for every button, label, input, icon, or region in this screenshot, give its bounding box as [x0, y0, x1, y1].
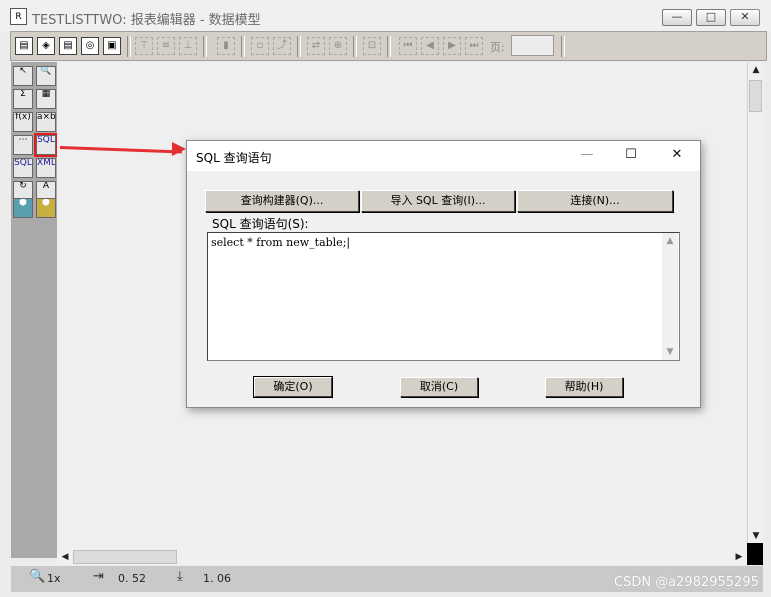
import-sql-button[interactable]: 导入 SQL 查询(I)... — [361, 190, 515, 212]
connect-button[interactable]: 连接(N)... — [517, 190, 673, 212]
window-title: TESTLISTTWO: 报表编辑器 - 数据模型 — [32, 13, 261, 28]
query-builder-button[interactable]: 查询构建器(Q)... — [205, 190, 359, 212]
link-tool-icon[interactable]: ⬢ — [13, 198, 33, 218]
ok-button[interactable]: 确定(O) — [253, 376, 333, 398]
sql-statement-textarea[interactable]: select * from new_table;| ▲ ▼ — [207, 232, 680, 361]
tool-palette: ↖ 🔍 Σ ▦ f(x) a×b ⋯ SQL SQL XML ↻ A ⬢ ⬢ — [11, 62, 58, 558]
textarea-scroll-up-icon[interactable]: ▲ — [662, 233, 678, 249]
minimize-button[interactable]: — — [662, 9, 692, 26]
maximize-button[interactable]: □ — [696, 9, 726, 26]
collapse-icon[interactable]: ⊕ — [329, 37, 347, 55]
dialog-title: SQL 查询语句 — [196, 151, 272, 165]
data-model-icon[interactable]: ▤ — [15, 37, 33, 55]
vertical-position-icon: ⤓ — [177, 569, 183, 584]
vertical-scroll-thumb[interactable] — [749, 80, 762, 112]
expand-icon[interactable]: ⇄ — [307, 37, 325, 55]
formula-tool-icon[interactable]: f(x) — [13, 112, 33, 132]
horizontal-scroll-thumb[interactable] — [73, 550, 177, 564]
group-tool-icon[interactable]: ⬢ — [36, 198, 56, 218]
scroll-up-icon[interactable]: ▲ — [748, 62, 764, 78]
scroll-right-icon[interactable]: ▶ — [731, 549, 747, 565]
last-page-icon[interactable]: ⏭ — [465, 37, 483, 55]
paper-layout-icon[interactable]: ▤ — [59, 37, 77, 55]
web-source-icon[interactable]: ◈ — [37, 37, 55, 55]
page-label: 页: — [490, 41, 505, 54]
dialog-minimize-icon[interactable]: — — [577, 147, 597, 162]
annotation-arrow-head — [172, 142, 186, 156]
paper-parameter-form-icon[interactable]: ▣ — [103, 37, 121, 55]
xml-query-tool-icon[interactable]: XML — [36, 158, 56, 178]
align-top-icon[interactable]: ⊤ — [135, 37, 153, 55]
select-parent-icon[interactable]: ▫ — [251, 37, 269, 55]
page-number-input[interactable] — [511, 35, 554, 56]
previous-page-icon[interactable]: ◀ — [421, 37, 439, 55]
sql-query-tool-icon[interactable]: SQL — [34, 133, 58, 157]
horizontal-position-icon: ⇥ — [93, 569, 104, 584]
sql-text: select * from new_table;| — [211, 236, 351, 249]
help-button[interactable]: 帮助(H) — [545, 377, 623, 397]
y-position: 1. 06 — [203, 572, 231, 585]
vertical-scrollbar[interactable]: ▲ ▼ — [747, 62, 764, 549]
zoom-tool-icon[interactable]: 🔍 — [36, 66, 56, 86]
pointer-tool-icon[interactable]: ↖ — [13, 66, 33, 86]
dialog-titlebar: SQL 查询语句 — ☐ ✕ — [187, 141, 700, 171]
paper-design-icon[interactable]: ◎ — [81, 37, 99, 55]
cancel-button[interactable]: 取消(C) — [400, 377, 478, 397]
next-page-icon[interactable]: ▶ — [443, 37, 461, 55]
report-editor-icon: R — [10, 8, 27, 25]
textarea-scrollbar[interactable]: ▲ ▼ — [662, 233, 678, 360]
zoom-level: 1x — [47, 572, 61, 585]
crosstab-tool-icon[interactable]: a×b — [36, 112, 56, 132]
database-tool-icon[interactable]: ▦ — [36, 89, 56, 109]
resize-corner — [747, 543, 763, 565]
horizontal-scrollbar[interactable]: ◀ ▶ — [57, 549, 747, 565]
group-icon[interactable]: ▮ — [217, 37, 235, 55]
dialog-maximize-icon[interactable]: ☐ — [621, 147, 641, 162]
main-toolbar: ▤ ◈ ▤ ◎ ▣ ⊤ ≡ ⊥ ▮ ▫ ⤴ ⇄ ⊕ ⊡ ⏮ ◀ ▶ ⏭ 页: — [10, 31, 767, 61]
ref-sql-tool-icon[interactable]: SQL — [13, 158, 33, 178]
watermark: CSDN @a2982955295 — [614, 575, 759, 590]
select-children-icon[interactable]: ⤴ — [273, 37, 291, 55]
close-button[interactable]: ✕ — [730, 9, 760, 26]
zoom-icon: 🔍 — [29, 569, 46, 584]
align-bottom-icon[interactable]: ⊥ — [179, 37, 197, 55]
summary-tool-icon[interactable]: Σ — [13, 89, 33, 109]
scroll-left-icon[interactable]: ◀ — [57, 549, 73, 565]
sql-query-dialog: SQL 查询语句 — ☐ ✕ 查询构建器(Q)... 导入 SQL 查询(I).… — [186, 140, 701, 408]
placeholder-tool-icon[interactable]: ⋯ — [13, 135, 33, 155]
textarea-scroll-down-icon[interactable]: ▼ — [662, 344, 678, 360]
align-middle-icon[interactable]: ≡ — [157, 37, 175, 55]
x-position: 0. 52 — [118, 572, 146, 585]
sql-statement-label: SQL 查询语句(S): — [212, 217, 309, 231]
frame-icon[interactable]: ⊡ — [363, 37, 381, 55]
dialog-close-icon[interactable]: ✕ — [667, 147, 687, 162]
scroll-down-icon[interactable]: ▼ — [748, 528, 764, 544]
first-page-icon[interactable]: ⏮ — [399, 37, 417, 55]
